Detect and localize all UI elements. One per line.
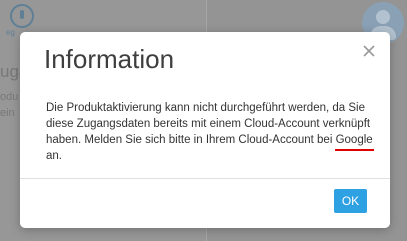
dialog-message: Die Produktaktivierung kann nicht durchg… bbox=[46, 100, 378, 164]
dialog-title: Information bbox=[44, 44, 175, 74]
ok-button[interactable]: OK bbox=[334, 189, 367, 213]
background-text-line: ein bbox=[0, 107, 15, 119]
close-icon[interactable] bbox=[360, 42, 378, 60]
information-dialog: Information Die Produktaktivierung kann … bbox=[20, 32, 390, 228]
dialog-divider bbox=[20, 178, 390, 179]
background-icon-label: eg bbox=[6, 28, 15, 37]
background-text-line: odu bbox=[0, 91, 19, 103]
dialog-message-text-end: an. bbox=[46, 150, 62, 162]
dialog-message-text: Die Produktaktivierung kann nicht durchg… bbox=[46, 102, 371, 146]
highlighted-provider-name: Google bbox=[334, 134, 374, 151]
power-icon bbox=[10, 4, 34, 28]
